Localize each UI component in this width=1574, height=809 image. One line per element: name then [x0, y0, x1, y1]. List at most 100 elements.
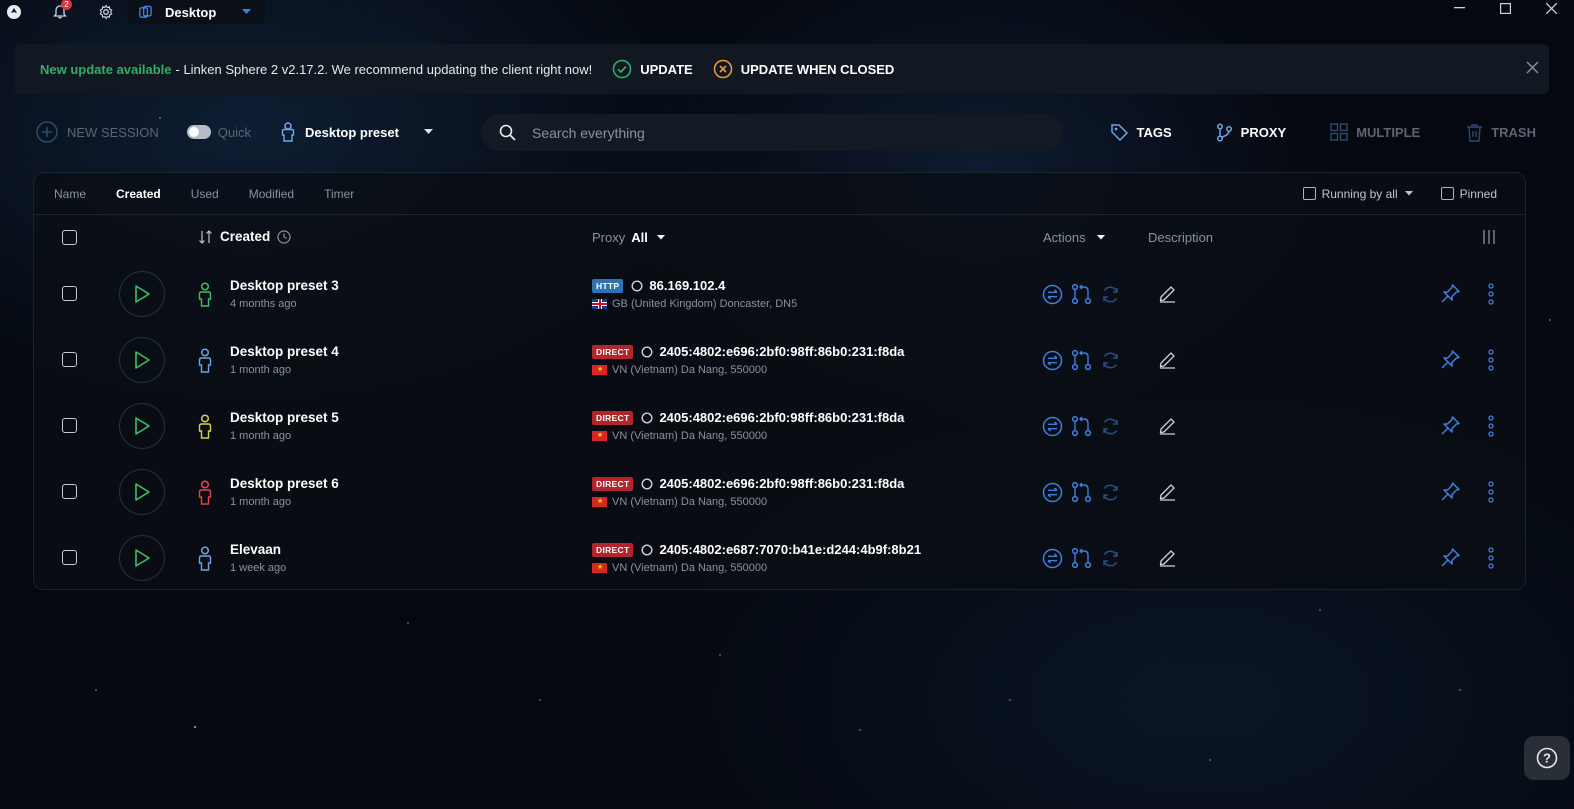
- proxy-location: VN (Vietnam) Da Nang, 550000: [612, 496, 768, 508]
- row-checkbox[interactable]: [62, 550, 77, 565]
- country-flag-icon: [592, 365, 607, 375]
- pin-icon[interactable]: [1440, 283, 1461, 304]
- sort-timer[interactable]: Timer: [324, 187, 354, 201]
- play-icon: [135, 483, 150, 501]
- swap-icon[interactable]: [1042, 284, 1063, 305]
- session-name[interactable]: Desktop preset 5: [230, 410, 339, 425]
- close-window-icon[interactable]: [1528, 0, 1574, 16]
- notifications-bell-icon[interactable]: 2: [48, 0, 72, 22]
- proxy-branch-icon[interactable]: [1071, 481, 1092, 503]
- user-icon: [198, 480, 212, 505]
- minimize-icon[interactable]: [1436, 0, 1482, 16]
- proxy-ip[interactable]: 2405:4802:e687:7070:b41e:d244:4b9f:8b21: [659, 542, 921, 557]
- refresh-icon[interactable]: [1100, 350, 1121, 371]
- proxy-label: PROXY: [1240, 124, 1287, 140]
- proxy-ip[interactable]: 2405:4802:e696:2bf0:98ff:86b0:231:f8da: [659, 410, 904, 425]
- sort-modified[interactable]: Modified: [249, 187, 294, 201]
- swap-icon[interactable]: [1042, 416, 1063, 437]
- columns-icon[interactable]: [1482, 229, 1496, 245]
- session-created-ago: 1 month ago: [230, 430, 292, 442]
- session-row[interactable]: Desktop preset 3 4 months ago HTTP 86.16…: [34, 261, 1525, 327]
- pinned-checkbox[interactable]: [1440, 187, 1454, 200]
- swap-icon[interactable]: [1042, 350, 1063, 371]
- new-session-button[interactable]: NEW SESSION: [36, 121, 159, 143]
- update-when-closed-button[interactable]: UPDATE WHEN CLOSED: [713, 59, 894, 79]
- app-logo-icon[interactable]: [2, 2, 26, 22]
- more-menu-icon[interactable]: [1487, 415, 1495, 437]
- proxy-branch-icon[interactable]: [1071, 283, 1092, 305]
- chevron-down-icon[interactable]: [242, 9, 252, 15]
- proxy-ip[interactable]: 86.169.102.4: [649, 278, 725, 293]
- user-icon: [198, 282, 212, 307]
- proxy-ip[interactable]: 2405:4802:e696:2bf0:98ff:86b0:231:f8da: [659, 344, 904, 359]
- status-circle-icon: [631, 279, 643, 292]
- actions-column-header[interactable]: Actions: [1043, 230, 1105, 245]
- swap-icon[interactable]: [1042, 548, 1063, 569]
- tags-button[interactable]: TAGS: [1110, 123, 1172, 142]
- preset-selector[interactable]: Desktop preset: [281, 122, 433, 142]
- quick-toggle[interactable]: [186, 125, 211, 139]
- row-checkbox[interactable]: [62, 286, 77, 301]
- edit-description-icon[interactable]: [1158, 548, 1177, 567]
- session-name[interactable]: Desktop preset 4: [230, 344, 339, 359]
- more-menu-icon[interactable]: [1487, 349, 1495, 371]
- refresh-icon[interactable]: [1100, 482, 1121, 503]
- running-by-checkbox[interactable]: [1302, 187, 1316, 200]
- more-menu-icon[interactable]: [1487, 547, 1495, 569]
- trash-button[interactable]: TRASH: [1466, 123, 1536, 142]
- session-row[interactable]: Desktop preset 5 1 month ago DIRECT 2405…: [34, 393, 1525, 459]
- proxy-ip[interactable]: 2405:4802:e696:2bf0:98ff:86b0:231:f8da: [659, 476, 904, 491]
- session-name[interactable]: Desktop preset 3: [230, 278, 339, 293]
- maximize-icon[interactable]: [1482, 0, 1528, 16]
- sort-created[interactable]: Created: [116, 187, 161, 201]
- row-checkbox[interactable]: [62, 484, 77, 499]
- close-banner-icon[interactable]: [1526, 58, 1539, 79]
- sort-used[interactable]: Used: [191, 187, 219, 201]
- select-all-checkbox[interactable]: [62, 230, 77, 245]
- edit-description-icon[interactable]: [1158, 284, 1177, 303]
- edit-description-icon[interactable]: [1158, 482, 1177, 501]
- session-row[interactable]: Desktop preset 4 1 month ago DIRECT 2405…: [34, 327, 1525, 393]
- edit-description-icon[interactable]: [1158, 416, 1177, 435]
- more-menu-icon[interactable]: [1487, 481, 1495, 503]
- multiple-button[interactable]: MULTIPLE: [1330, 123, 1420, 141]
- session-name[interactable]: Desktop preset 6: [230, 476, 339, 491]
- more-menu-icon[interactable]: [1487, 283, 1495, 305]
- search-input[interactable]: Search everything: [481, 114, 1063, 151]
- sort-name[interactable]: Name: [54, 187, 86, 201]
- chevron-down-icon[interactable]: [1404, 191, 1413, 196]
- edit-description-icon[interactable]: [1158, 350, 1177, 369]
- session-info: Desktop preset 4 1 month ago: [230, 344, 339, 376]
- refresh-icon[interactable]: [1100, 548, 1121, 569]
- proxy-branch-icon[interactable]: [1071, 547, 1092, 569]
- tab-desktop[interactable]: Desktop: [128, 0, 266, 24]
- pin-icon[interactable]: [1440, 415, 1461, 436]
- start-session-button[interactable]: [119, 271, 165, 317]
- update-button[interactable]: UPDATE: [612, 59, 693, 79]
- row-checkbox[interactable]: [62, 352, 77, 367]
- pin-icon[interactable]: [1440, 547, 1461, 568]
- session-row[interactable]: Elevaan 1 week ago DIRECT 2405:4802:e687…: [34, 525, 1525, 591]
- refresh-icon[interactable]: [1100, 284, 1121, 305]
- created-column-header[interactable]: Created: [198, 229, 291, 244]
- settings-gear-icon[interactable]: [94, 2, 118, 22]
- proxy-button[interactable]: PROXY: [1216, 122, 1287, 142]
- start-session-button[interactable]: [119, 403, 165, 449]
- swap-icon[interactable]: [1042, 482, 1063, 503]
- update-message: - Linken Sphere 2 v2.17.2. We recommend …: [175, 61, 593, 77]
- proxy-column-header[interactable]: Proxy All: [592, 230, 665, 245]
- pin-icon[interactable]: [1440, 349, 1461, 370]
- start-session-button[interactable]: [119, 337, 165, 383]
- start-session-button[interactable]: [119, 535, 165, 581]
- session-row[interactable]: Desktop preset 6 1 month ago DIRECT 2405…: [34, 459, 1525, 525]
- pin-icon[interactable]: [1440, 481, 1461, 502]
- proxy-branch-icon[interactable]: [1071, 349, 1092, 371]
- session-name[interactable]: Elevaan: [230, 542, 286, 557]
- session-info: Elevaan 1 week ago: [230, 542, 286, 574]
- refresh-icon[interactable]: [1100, 416, 1121, 437]
- proxy-branch-icon[interactable]: [1071, 415, 1092, 437]
- row-checkbox[interactable]: [62, 418, 77, 433]
- start-session-button[interactable]: [119, 469, 165, 515]
- help-button[interactable]: ?: [1524, 736, 1570, 780]
- status-circle-icon: [641, 345, 653, 358]
